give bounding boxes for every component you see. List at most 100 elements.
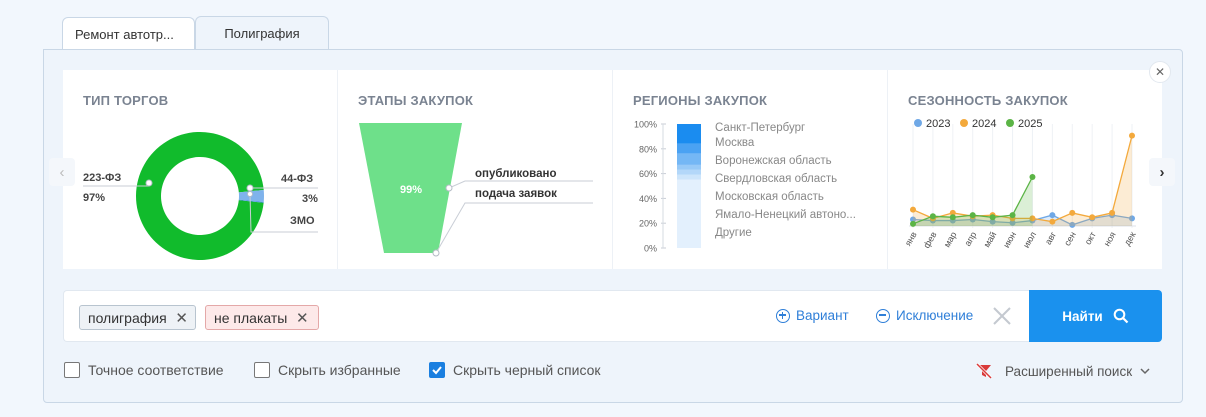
clear-icon	[993, 307, 1011, 325]
region-legend-item: Другие	[715, 227, 752, 239]
funnel-dot	[445, 184, 453, 192]
season-point	[1069, 209, 1076, 216]
region-bar-segment	[677, 169, 701, 175]
region-bar-segment	[677, 143, 701, 154]
add-exclusion-button[interactable]: Исключение	[876, 308, 973, 323]
season-point	[1049, 212, 1056, 219]
season-point	[929, 213, 936, 220]
tab-label: Ремонт автотр...	[75, 26, 174, 42]
checkbox-box[interactable]	[254, 362, 270, 378]
donut-chart	[83, 131, 318, 260]
chevron-right-icon: ›	[1159, 163, 1165, 181]
season-point	[969, 212, 976, 219]
season-legend-label: 2025	[1018, 118, 1042, 130]
checkbox-label: Скрыть избранные	[278, 362, 401, 378]
season-point	[989, 214, 996, 221]
variant-label: Вариант	[796, 308, 849, 323]
checkbox-box[interactable]	[429, 362, 445, 378]
season-month-label: фев	[921, 230, 938, 250]
exclusion-chip[interactable]: не плакаты ✕	[205, 305, 319, 330]
region-legend-item: Свердловская область	[715, 173, 838, 185]
region-legend-item: Ямало-Ненецкий автоно...	[715, 209, 856, 221]
analytics-cards: ТИП ТОРГОВ 223-ФЗ 97% 44-ФЗ 3% ЗМО ЭТАПЫ…	[63, 70, 1162, 269]
season-point	[1049, 218, 1056, 225]
find-label: Найти	[1062, 308, 1103, 324]
close-analytics-button[interactable]: ✕	[1149, 61, 1171, 83]
region-legend-item: Московская область	[715, 191, 824, 203]
region-bar-segment	[677, 179, 701, 248]
plus-circle-icon	[776, 308, 790, 323]
search-icon	[1113, 308, 1129, 324]
season-month-label: авг	[1043, 229, 1059, 246]
hide-blacklist-checkbox[interactable]: Скрыть черный список	[429, 362, 601, 378]
checkbox-box[interactable]	[64, 362, 80, 378]
chip-label: полиграфия	[88, 309, 167, 326]
carousel-prev-button[interactable]: ‹	[49, 158, 75, 186]
season-legend-label: 2024	[972, 118, 996, 130]
donut-label-223: 223-ФЗ	[83, 172, 122, 184]
chevron-left-icon: ‹	[59, 163, 65, 181]
seasonality-chart: янв фев мар апр май июн июл авг сен окт ноя дек 2023…	[903, 118, 1138, 250]
close-icon[interactable]: ✕	[295, 309, 309, 327]
season-month-label: окт	[1083, 230, 1098, 246]
funnel-label-published: опубликовано	[475, 168, 557, 180]
keyword-chip[interactable]: полиграфия ✕	[79, 305, 196, 330]
tab-label: Полиграфия	[224, 26, 300, 41]
checkbox-label: Точное соответствие	[88, 362, 224, 378]
regions-axis-tick: 60%	[639, 169, 657, 179]
chevron-down-icon	[1140, 368, 1150, 375]
hide-favorites-checkbox[interactable]: Скрыть избранные	[254, 362, 401, 378]
season-month-label: июл	[1021, 230, 1038, 250]
chip-label: не плакаты	[214, 309, 288, 326]
add-variant-button[interactable]: Вариант	[776, 308, 849, 323]
donut-pct-223: 97%	[83, 192, 106, 204]
donut-dot	[145, 179, 153, 187]
close-icon[interactable]: ✕	[175, 309, 189, 327]
donut-label-zmo: ЗМО	[290, 215, 315, 227]
funnel-leader-2	[435, 202, 593, 254]
season-point	[1129, 132, 1135, 139]
season-month-label: мар	[942, 230, 959, 249]
regions-axis-tick: 80%	[639, 144, 657, 154]
exact-match-checkbox[interactable]: Точное соответствие	[64, 362, 224, 378]
tab-printing[interactable]: Полиграфия	[195, 16, 329, 50]
card-trade-type: ТИП ТОРГОВ 223-ФЗ 97% 44-ФЗ 3% ЗМО	[63, 70, 338, 269]
filter-off-icon	[975, 362, 993, 380]
find-button[interactable]: Найти	[1029, 290, 1162, 342]
season-month-label: апр	[962, 230, 978, 248]
funnel-dot	[432, 249, 440, 257]
regions-axis-tick: 100%	[634, 120, 657, 130]
regions-axis-tick: 0%	[644, 244, 657, 254]
tab-repair[interactable]: Ремонт автотр...	[62, 17, 195, 50]
region-legend-item: Воронежская область	[715, 155, 832, 167]
season-point	[910, 220, 916, 227]
regions-axis-tick: 20%	[639, 219, 657, 229]
advanced-search-toggle[interactable]: Расширенный поиск	[975, 362, 1150, 380]
search-bar[interactable]: полиграфия ✕ не плакаты ✕ Вариант Исключ…	[63, 290, 1029, 342]
season-point	[1109, 209, 1116, 216]
season-point	[1009, 212, 1016, 219]
region-bar-segment	[677, 153, 701, 165]
clear-search-button[interactable]	[992, 306, 1012, 326]
checkbox-label: Скрыть черный список	[453, 362, 601, 378]
funnel-pct: 99%	[400, 184, 423, 196]
region-legend-item: Санкт-Петербург	[715, 122, 806, 134]
regions-chart: 100% 80% 60% 40% 20% 0%	[634, 120, 701, 254]
season-legend-marker	[960, 119, 968, 127]
donut-label-44: 44-ФЗ	[281, 173, 314, 185]
region-legend-item: Москва	[715, 137, 755, 149]
region-bar-segment	[677, 124, 701, 144]
funnel-label-bidding: подача заявок	[475, 188, 557, 200]
carousel-next-button[interactable]: ›	[1149, 158, 1175, 186]
funnel-leader-1	[448, 180, 593, 189]
donut-pct-44: 3%	[302, 193, 318, 205]
season-month-label: ноя	[1102, 230, 1118, 248]
regions-axis-tick: 40%	[639, 194, 657, 204]
advanced-search-label: Расширенный поиск	[1005, 363, 1133, 379]
check-icon	[432, 366, 442, 375]
season-point	[1089, 214, 1096, 221]
season-month-label: май	[982, 230, 999, 249]
season-month-label: янв	[903, 230, 919, 248]
card-seasonality: СЕЗОННОСТЬ ЗАКУПОК янв фев мар апр май июн июл…	[888, 70, 1162, 269]
season-legend-marker	[1006, 119, 1014, 127]
